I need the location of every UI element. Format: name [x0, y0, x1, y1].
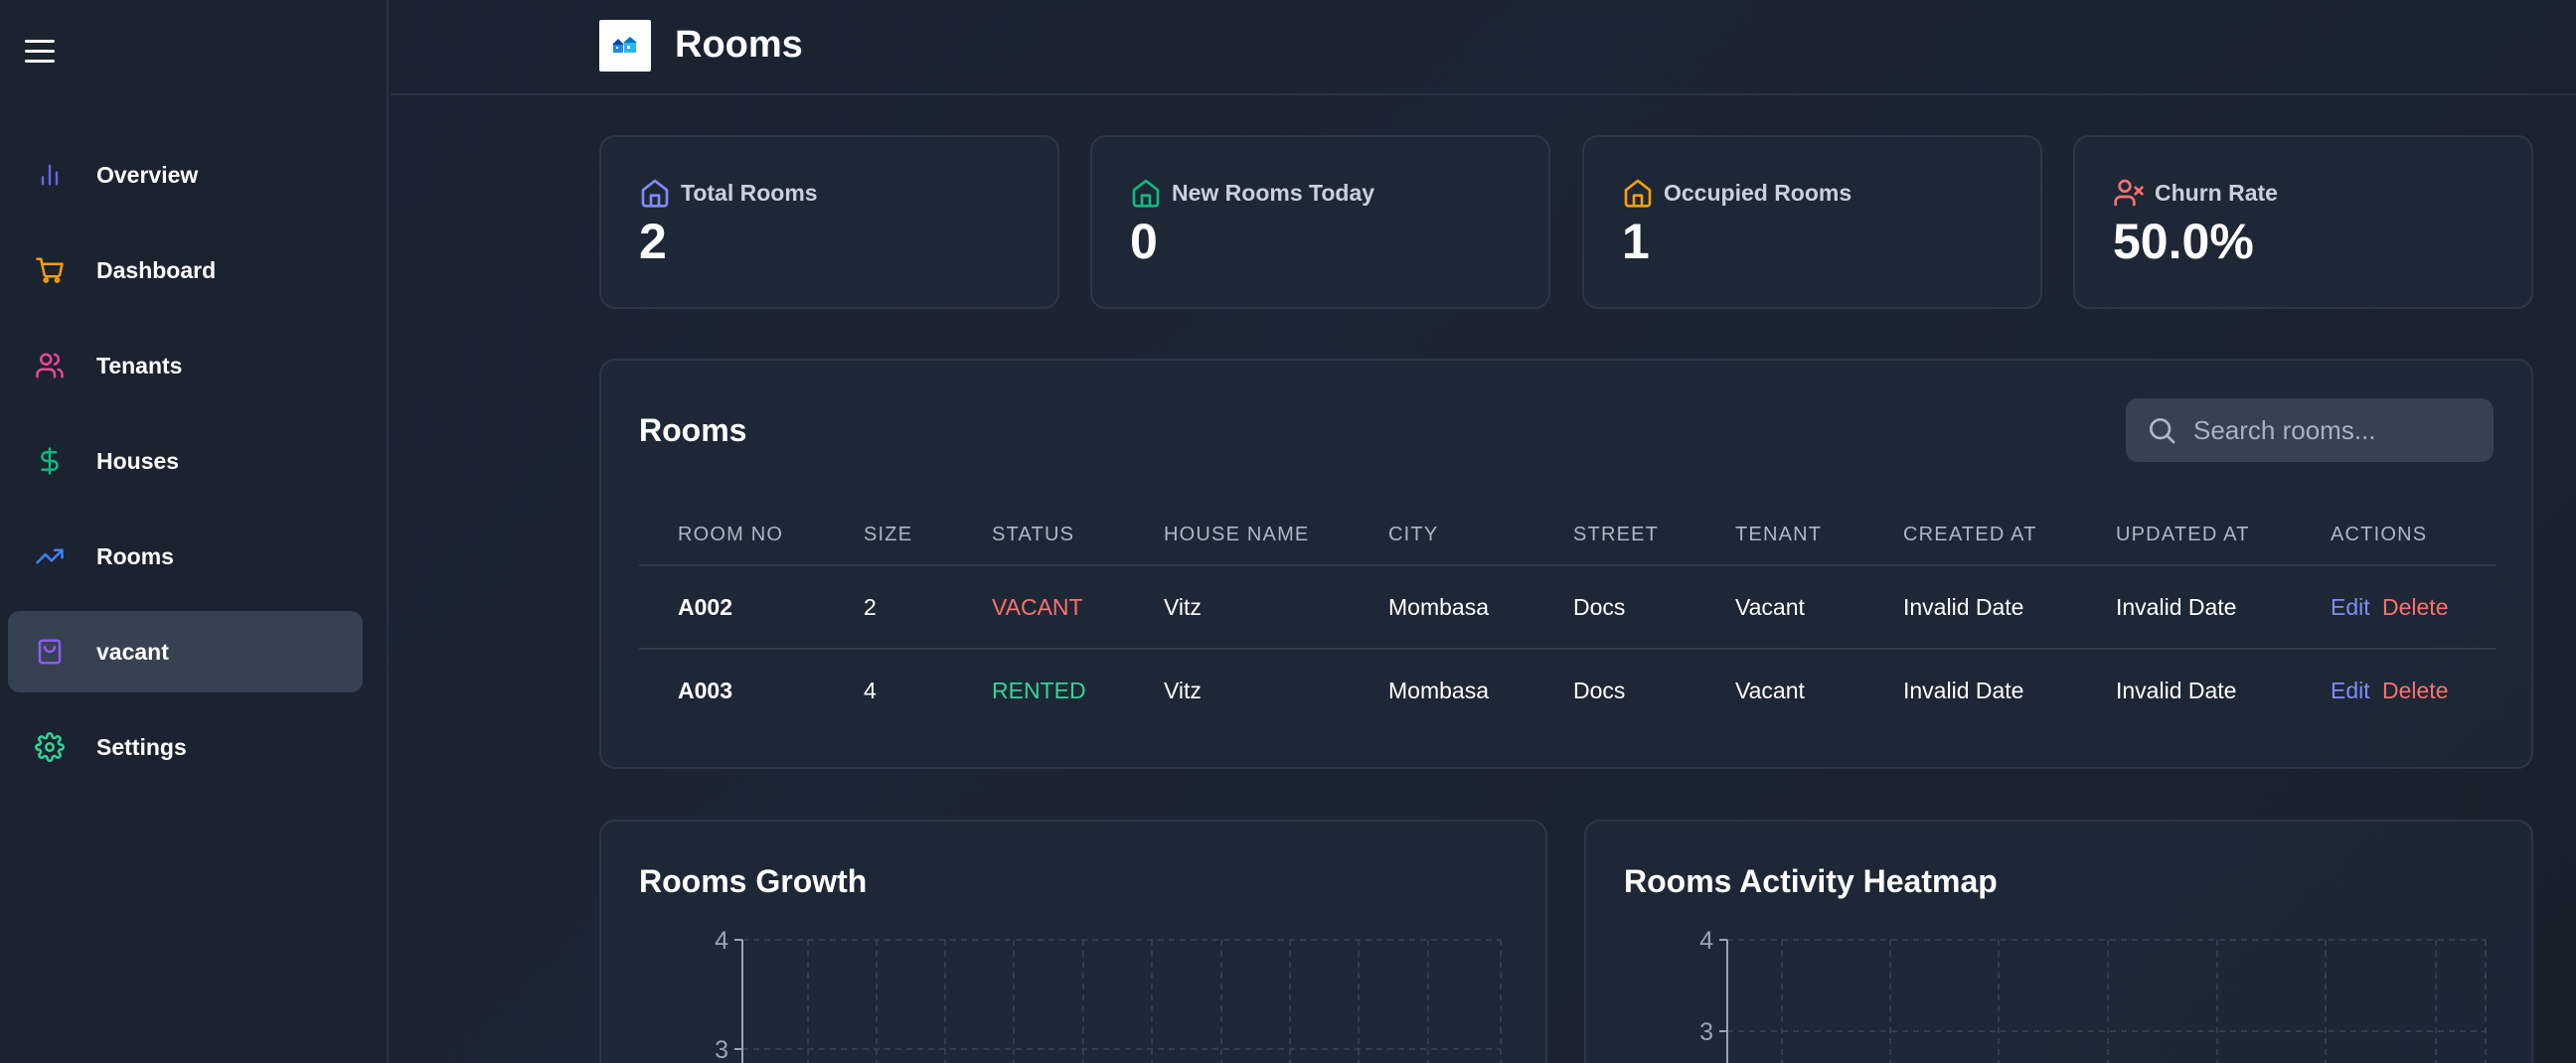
rooms-heatmap-chart: 43: [1699, 927, 2487, 1063]
column-header-updated-at[interactable]: UPDATED AT: [2116, 524, 2250, 546]
cell-house-name: Vitz: [1164, 594, 1202, 620]
sidebar-item-label: Settings: [96, 733, 187, 760]
stat-card-churn-rate: Churn Rate 50.0%: [2073, 135, 2533, 309]
search-icon: [2150, 418, 2175, 444]
cell-size: 4: [864, 678, 877, 703]
house-icon: [1132, 179, 1160, 208]
rooms-table-title: Rooms: [639, 412, 747, 448]
column-header-created-at[interactable]: CREATED AT: [1903, 524, 2037, 546]
stat-value: 1: [1622, 214, 1650, 269]
cell-status: RENTED: [992, 678, 1086, 703]
app-logo: [599, 20, 651, 72]
column-header-status[interactable]: STATUS: [992, 524, 1074, 546]
stat-card-new-rooms-today: New Rooms Today 0: [1090, 135, 1550, 309]
cell-city: Mombasa: [1388, 678, 1489, 703]
trending-up-icon: [32, 538, 68, 574]
bar-chart-icon: [32, 157, 68, 193]
shopping-bag-icon: [32, 634, 68, 670]
cell-street: Docs: [1573, 678, 1626, 703]
delete-button[interactable]: Delete: [2382, 678, 2448, 704]
search-input[interactable]: [2193, 414, 2472, 446]
search-box[interactable]: [2126, 398, 2494, 462]
sidebar-item-vacant[interactable]: vacant: [8, 611, 363, 692]
cell-created-at: Invalid Date: [1903, 594, 2024, 620]
cell-street: Docs: [1573, 594, 1626, 620]
column-header-house-name[interactable]: HOUSE NAME: [1164, 524, 1309, 546]
y-tick-label: 4: [1699, 927, 1713, 955]
stat-value: 50.0%: [2113, 214, 2254, 269]
stat-label: Total Rooms: [681, 179, 818, 206]
cell-updated-at: Invalid Date: [2116, 594, 2237, 620]
sidebar-item-houses[interactable]: Houses: [8, 420, 363, 502]
rooms-heatmap-card: Rooms Activity Heatmap 43: [1584, 820, 2533, 1063]
house-icon: [1624, 179, 1652, 208]
sidebar: Overview Dashboard Tenants Houses Rooms …: [0, 0, 389, 1063]
dollar-icon: [32, 443, 68, 479]
cell-updated-at: Invalid Date: [2116, 678, 2237, 703]
column-header-city[interactable]: CITY: [1388, 524, 1438, 546]
stat-label: Churn Rate: [2155, 179, 2278, 206]
cell-city: Mombasa: [1388, 594, 1489, 620]
cell-tenant: Vacant: [1735, 678, 1805, 703]
sidebar-item-overview[interactable]: Overview: [8, 134, 363, 216]
menu-icon[interactable]: [25, 40, 57, 64]
page-title: Rooms: [675, 24, 803, 66]
rooms-table-card: Rooms ROOM NO SIZE STATUS HOUSE NAME CIT…: [599, 359, 2533, 769]
cell-size: 2: [864, 594, 877, 620]
table-divider: [639, 648, 2496, 650]
sidebar-item-rooms[interactable]: Rooms: [8, 516, 363, 597]
gear-icon: [32, 729, 68, 765]
user-x-icon: [2114, 179, 2144, 207]
table-divider: [639, 564, 2496, 566]
edit-button[interactable]: Edit: [2331, 594, 2370, 621]
stat-label: Occupied Rooms: [1664, 179, 1852, 206]
stat-card-occupied-rooms: Occupied Rooms 1: [1582, 135, 2042, 309]
column-header-room-no[interactable]: ROOM NO: [678, 524, 783, 546]
cell-room-no: A003: [678, 678, 732, 703]
cell-created-at: Invalid Date: [1903, 678, 2024, 703]
sidebar-item-tenants[interactable]: Tenants: [8, 325, 363, 406]
y-tick-label: 3: [1699, 1018, 1713, 1046]
sidebar-item-label: Dashboard: [96, 256, 217, 283]
column-header-actions: ACTIONS: [2331, 524, 2428, 545]
y-tick-label: 3: [715, 1036, 728, 1063]
cell-room-no: A002: [678, 594, 732, 620]
top-bar: Rooms: [391, 0, 2576, 95]
rooms-growth-card: Rooms Growth 43: [599, 820, 1547, 1063]
rooms-growth-chart: 43: [715, 927, 1502, 1063]
sidebar-item-label: Rooms: [96, 542, 174, 569]
sidebar-item-label: Houses: [96, 447, 180, 474]
column-header-tenant[interactable]: TENANT: [1735, 524, 1822, 546]
y-tick-label: 4: [715, 927, 728, 955]
cart-icon: [32, 252, 68, 288]
stat-value: 2: [639, 214, 667, 269]
stat-label: New Rooms Today: [1172, 179, 1375, 206]
column-header-street[interactable]: STREET: [1573, 524, 1659, 546]
sidebar-item-label: Overview: [96, 161, 199, 188]
sidebar-item-settings[interactable]: Settings: [8, 706, 363, 788]
cell-status: VACANT: [992, 594, 1083, 620]
edit-button[interactable]: Edit: [2331, 678, 2370, 704]
stat-card-total-rooms: Total Rooms 2: [599, 135, 1059, 309]
column-header-size[interactable]: SIZE: [864, 524, 912, 546]
delete-button[interactable]: Delete: [2382, 594, 2448, 621]
cell-house-name: Vitz: [1164, 678, 1202, 703]
stat-value: 0: [1130, 214, 1158, 269]
sidebar-item-label: Tenants: [96, 352, 183, 379]
sidebar-item-label: vacant: [96, 638, 169, 665]
cell-tenant: Vacant: [1735, 594, 1805, 620]
house-icon: [641, 179, 669, 208]
sidebar-item-dashboard[interactable]: Dashboard: [8, 229, 363, 311]
users-icon: [32, 348, 68, 383]
